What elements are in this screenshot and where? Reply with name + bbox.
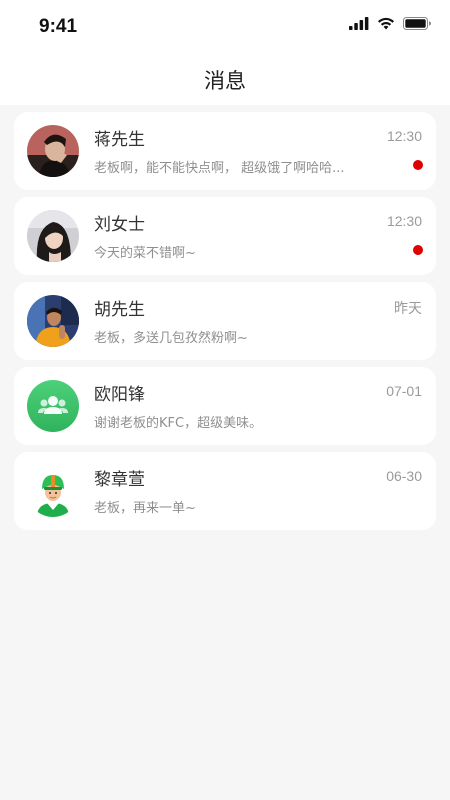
message-preview: 老板，再来一单~ — [94, 501, 196, 516]
conversation-item[interactable]: 刘女士 12:30 今天的菜不错啊~ — [14, 197, 436, 275]
contact-name: 刘女士 — [94, 215, 145, 235]
message-preview: 今天的菜不错啊~ — [94, 246, 196, 261]
avatar — [27, 210, 79, 262]
conversation-list: 蒋先生 12:30 老板啊，能不能快点啊， 超级饿了啊哈哈... 刘女士 12:… — [14, 112, 436, 537]
message-time: 07-01 — [386, 383, 422, 399]
message-time: 12:30 — [386, 128, 422, 144]
message-preview: 老板，多送几包孜然粉啊~ — [94, 331, 248, 346]
nav-bar: 消息 — [0, 52, 450, 105]
conversation-item[interactable]: 欧阳锋 07-01 谢谢老板的KFC，超级美味。 — [14, 367, 436, 445]
status-icons — [349, 17, 432, 30]
message-time: 06-30 — [386, 468, 422, 484]
avatar — [27, 125, 79, 177]
conversation-item[interactable]: 胡先生 昨天 老板，多送几包孜然粉啊~ — [14, 282, 436, 360]
unread-dot-icon — [413, 160, 423, 170]
message-preview: 老板啊，能不能快点啊， 超级饿了啊哈哈... — [94, 161, 344, 176]
message-preview: 谢谢老板的KFC，超级美味。 — [94, 416, 263, 431]
battery-icon — [403, 17, 432, 30]
message-time: 12:30 — [386, 213, 422, 229]
contact-name: 胡先生 — [94, 300, 145, 320]
contact-name: 欧阳锋 — [94, 385, 145, 405]
status-time: 9:41 — [39, 16, 78, 37]
contact-name: 蒋先生 — [94, 130, 145, 150]
avatar — [27, 295, 79, 347]
conversation-item[interactable]: 蒋先生 12:30 老板啊，能不能快点啊， 超级饿了啊哈哈... — [14, 112, 436, 190]
rider-avatar-icon — [27, 465, 79, 517]
wifi-icon — [377, 17, 395, 30]
status-bar: 9:41 — [0, 0, 450, 52]
cellular-signal-icon — [349, 17, 369, 30]
message-time: 昨天 — [394, 300, 422, 316]
group-avatar-icon — [27, 380, 79, 432]
contact-name: 黎章萱 — [94, 470, 145, 490]
page-title: 消息 — [204, 69, 246, 93]
conversation-item[interactable]: 黎章萱 06-30 老板，再来一单~ — [14, 452, 436, 530]
unread-dot-icon — [413, 245, 423, 255]
